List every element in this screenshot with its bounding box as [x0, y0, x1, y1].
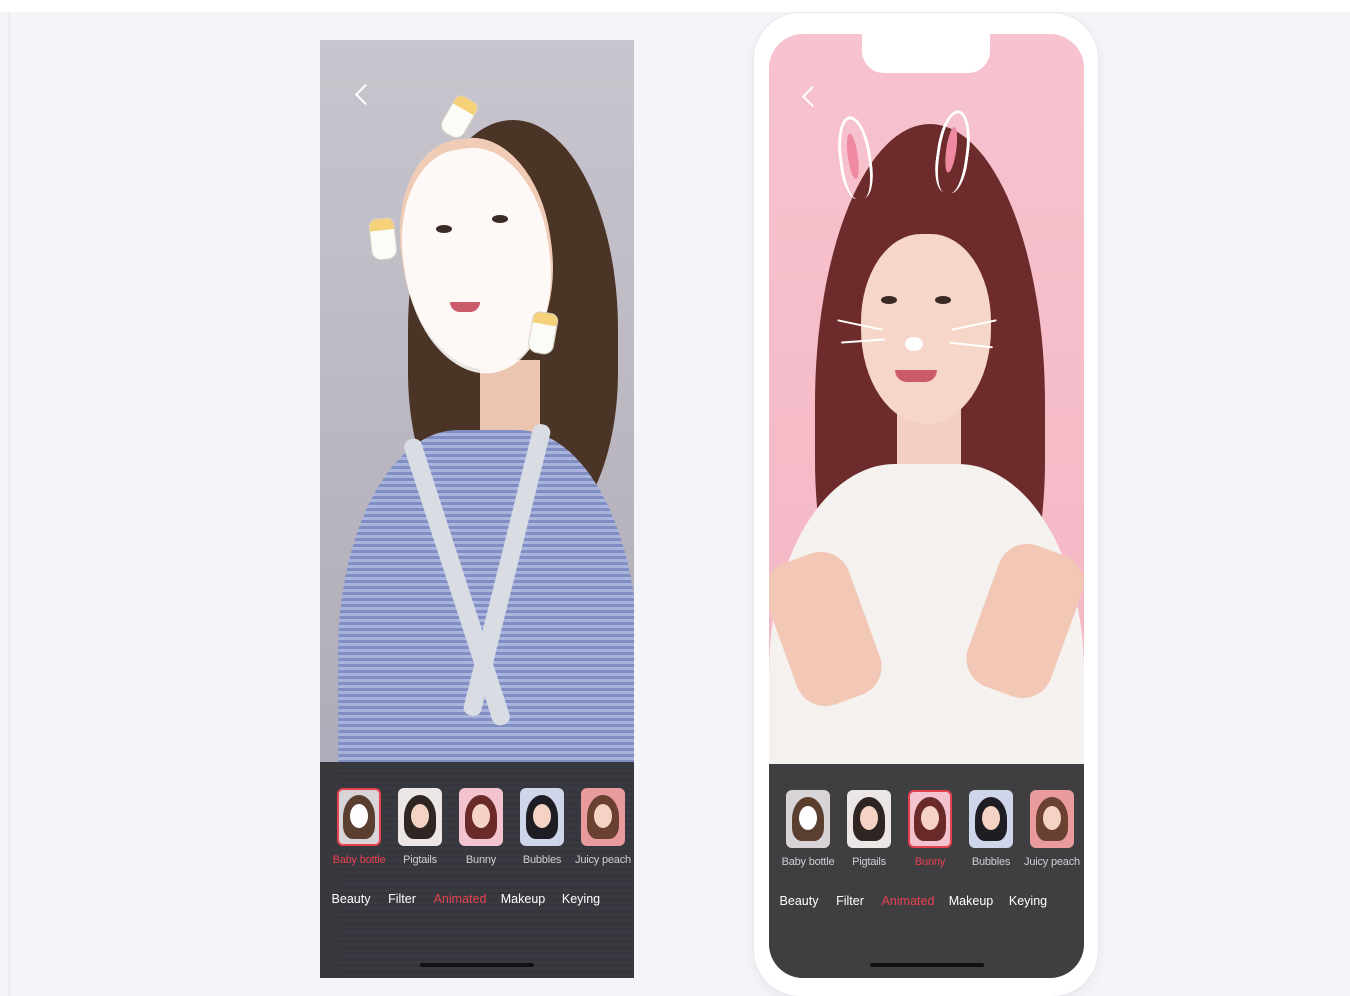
- chevron-left-icon[interactable]: [801, 85, 824, 108]
- photo-eye-right: [492, 215, 508, 223]
- effect-thumbnail: [1030, 790, 1074, 848]
- effects-panel: Baby bottle Pigtails Bunny Bubbles Juicy…: [320, 762, 634, 978]
- photo-eye-left: [436, 225, 452, 233]
- effect-label: Baby bottle: [781, 856, 835, 868]
- effect-pigtails[interactable]: Pigtails: [385, 788, 455, 866]
- tab-animated[interactable]: Animated: [434, 892, 487, 906]
- effect-thumbnail: [520, 788, 564, 846]
- effects-panel: Baby bottle Pigtails Bunny Bubbles Juicy…: [769, 764, 1084, 978]
- effect-pigtails[interactable]: Pigtails: [834, 790, 904, 868]
- effect-label: Baby bottle: [332, 854, 386, 866]
- tab-beauty[interactable]: Beauty: [780, 894, 819, 908]
- home-indicator: [869, 963, 984, 967]
- effect-label: Pigtails: [403, 854, 437, 866]
- phone-notch: [862, 27, 990, 73]
- effect-thumbnail: [398, 788, 442, 846]
- chevron-left-icon[interactable]: [354, 83, 377, 106]
- photo-mouth: [895, 370, 937, 382]
- effect-thumbnail: [847, 790, 891, 848]
- effect-label: Juicy peach: [1024, 856, 1080, 868]
- effect-thumbnail: [969, 790, 1013, 848]
- effect-label: Bubbles: [522, 854, 562, 866]
- effect-juicy-peach[interactable]: Juicy peach: [568, 788, 634, 866]
- tab-filter[interactable]: Filter: [388, 892, 416, 906]
- baby-bottle-sticker-2: [367, 216, 399, 262]
- camera-screen-left: Baby bottle Pigtails Bunny Bubbles Juicy…: [320, 40, 634, 978]
- photo-eye-left: [881, 296, 897, 304]
- effect-baby-bottle[interactable]: Baby bottle: [324, 788, 394, 866]
- effect-label: Bunny: [465, 854, 497, 866]
- effect-thumbnail: [337, 788, 381, 846]
- effect-label: Juicy peach: [575, 854, 631, 866]
- effect-label: Bubbles: [971, 856, 1011, 868]
- bunny-ear-left: [833, 114, 877, 201]
- photo-eye-right: [935, 296, 951, 304]
- effect-thumbnail: [581, 788, 625, 846]
- category-tabs: Beauty Filter Animated Makeup Keying: [320, 892, 634, 912]
- camera-screen-right: Baby bottle Pigtails Bunny Bubbles Juicy…: [769, 34, 1084, 978]
- home-indicator: [420, 963, 534, 967]
- effect-bunny[interactable]: Bunny: [895, 790, 965, 868]
- effect-thumbnail: [786, 790, 830, 848]
- effect-list: Baby bottle Pigtails Bunny Bubbles Juicy…: [324, 788, 631, 868]
- effect-thumbnail: [908, 790, 952, 848]
- effect-label: Pigtails: [852, 856, 886, 868]
- tab-makeup[interactable]: Makeup: [949, 894, 993, 908]
- bunny-nose-effect: [905, 337, 923, 351]
- effect-bunny[interactable]: Bunny: [446, 788, 516, 866]
- effect-bubbles[interactable]: Bubbles: [956, 790, 1026, 868]
- page-divider: [8, 12, 10, 996]
- tab-beauty[interactable]: Beauty: [332, 892, 371, 906]
- tab-filter[interactable]: Filter: [836, 894, 864, 908]
- tab-animated[interactable]: Animated: [882, 894, 935, 908]
- tab-makeup[interactable]: Makeup: [501, 892, 545, 906]
- effect-baby-bottle[interactable]: Baby bottle: [773, 790, 843, 868]
- effect-label: Bunny: [914, 856, 946, 868]
- category-tabs: Beauty Filter Animated Makeup Keying: [769, 894, 1084, 914]
- effect-juicy-peach[interactable]: Juicy peach: [1017, 790, 1084, 868]
- tab-keying[interactable]: Keying: [1009, 894, 1047, 908]
- tab-keying[interactable]: Keying: [562, 892, 600, 906]
- effect-bubbles[interactable]: Bubbles: [507, 788, 577, 866]
- effect-thumbnail: [459, 788, 503, 846]
- effect-list: Baby bottle Pigtails Bunny Bubbles Juicy…: [773, 790, 1080, 870]
